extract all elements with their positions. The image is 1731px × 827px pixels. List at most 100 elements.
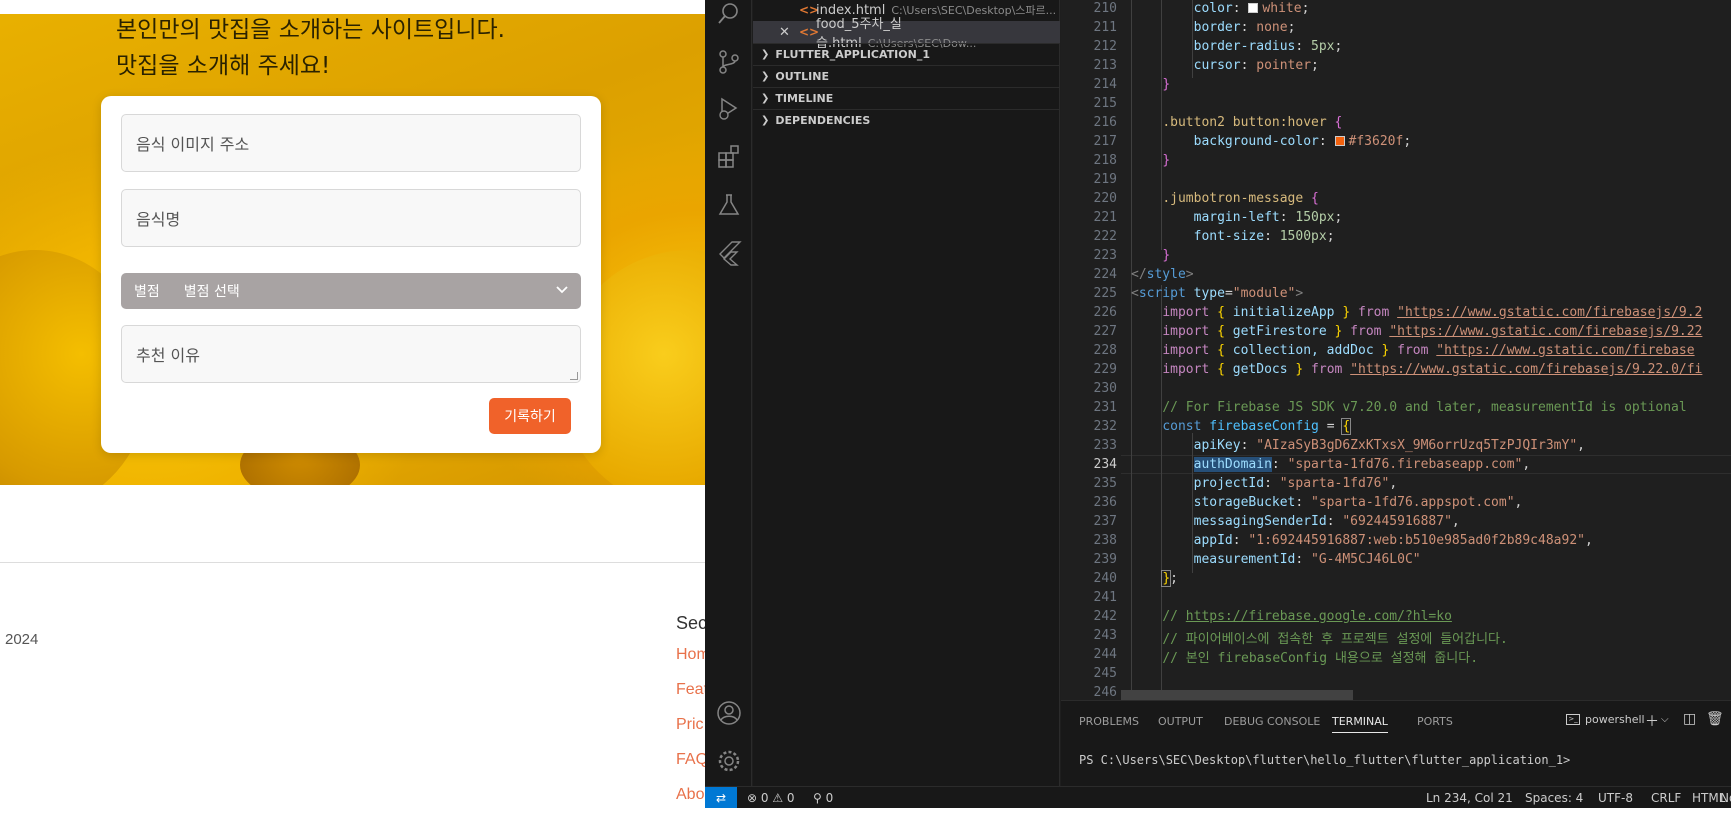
line-number: 238 — [1093, 533, 1117, 548]
chevron-right-icon: ❯ — [761, 93, 770, 104]
terminal-icon: >_ — [1566, 714, 1580, 725]
submit-record-button[interactable]: 기록하기 — [489, 398, 571, 434]
recommend-reason-placeholder: 추천 이유 — [136, 346, 200, 365]
section-outline[interactable]: ❯ OUTLINE — [753, 65, 1060, 87]
gear-icon[interactable] — [716, 748, 742, 774]
line-number-active: 234 — [1093, 457, 1117, 472]
line-number: 242 — [1093, 609, 1117, 624]
line-number: 241 — [1093, 590, 1117, 605]
code-line: .button2 button:hover { — [1162, 115, 1343, 130]
code-line: .jumbotron-message { — [1162, 191, 1319, 206]
split-terminal-icon[interactable]: ◫ — [1683, 711, 1696, 727]
extensions-icon[interactable] — [716, 144, 742, 170]
account-icon[interactable] — [716, 700, 742, 726]
rating-selected-value: 별점 선택 — [183, 284, 240, 300]
code-line: border-radius: 5px; — [1193, 39, 1343, 54]
code-editor[interactable]: 210 211 212 213 214 215 216 217 218 219 … — [1061, 0, 1731, 700]
line-number: 237 — [1093, 514, 1117, 529]
hero-banner: 본인만의 맛집을 소개하는 사이트입니다. 맛집을 소개해 주세요! 음식 이미… — [0, 0, 705, 485]
add-terminal-icon[interactable]: ＋ — [1645, 711, 1659, 731]
chevron-down-icon[interactable]: ⌵ — [1661, 714, 1669, 725]
notifications-status[interactable]: No — [1720, 791, 1731, 805]
terminal-prompt[interactable]: PS C:\Users\SEC\Desktop\flutter\hello_fl… — [1079, 753, 1570, 767]
encoding-status[interactable]: UTF-8 — [1598, 791, 1633, 805]
section-dependencies[interactable]: ❯ DEPENDENCIES — [753, 109, 1060, 131]
line-number: 217 — [1093, 134, 1117, 149]
line-number: 240 — [1093, 571, 1117, 586]
line-number: 216 — [1093, 115, 1117, 130]
browser-page: 본인만의 맛집을 소개하는 사이트입니다. 맛집을 소개해 주세요! 음식 이미… — [0, 0, 705, 827]
terminal-shell-selector[interactable]: >_ powershell — [1566, 713, 1645, 726]
line-number: 225 — [1093, 286, 1117, 301]
chevron-right-icon: ❯ — [761, 115, 770, 126]
remote-icon[interactable]: ⇄ — [705, 787, 737, 809]
line-number: 246 — [1093, 685, 1117, 700]
line-number: 214 — [1093, 77, 1117, 92]
problems-status[interactable]: ⊗ 0 ⚠ 0 — [747, 791, 795, 805]
section-flutter-application[interactable]: ❯ FLUTTER_APPLICATION_1 — [753, 43, 1060, 65]
footer-link-about[interactable]: Abo — [676, 786, 704, 804]
eol-status[interactable]: CRLF — [1651, 791, 1681, 805]
footer-link-faq[interactable]: FAQ — [676, 751, 705, 769]
open-editor-item-active[interactable]: ✕ <> food_5주차_실습.html C:\Users\SEC\Dow... — [753, 17, 1060, 51]
code-line: cursor: pointer; — [1193, 58, 1319, 73]
cursor-position[interactable]: Ln 234, Col 21 — [1426, 791, 1513, 805]
footer-link-pricing[interactable]: Pric — [676, 716, 704, 734]
color-swatch[interactable] — [1248, 3, 1259, 13]
code-line: } — [1162, 248, 1171, 263]
food-image-url-placeholder: 음식 이미지 주소 — [136, 135, 250, 154]
code-line: color: white; — [1193, 1, 1310, 16]
search-icon[interactable] — [716, 1, 742, 27]
footer-link-features[interactable]: Feat — [676, 681, 705, 699]
footer-link-home[interactable]: Hom — [676, 646, 705, 664]
trash-icon[interactable]: 🗑 — [1706, 711, 1724, 727]
testing-flask-icon[interactable] — [716, 192, 742, 218]
footer-copyright: 2024 — [5, 631, 39, 648]
code-line: }; — [1161, 570, 1178, 587]
line-number: 233 — [1093, 438, 1117, 453]
error-count: 0 — [760, 791, 769, 805]
code-line: </style> — [1131, 267, 1194, 282]
resize-grip-icon[interactable] — [570, 372, 578, 380]
source-control-icon[interactable] — [716, 49, 742, 75]
chevron-right-icon: ❯ — [761, 71, 770, 82]
line-number: 244 — [1093, 647, 1117, 662]
ports-status[interactable]: ⚲ 0 — [813, 791, 833, 805]
line-number: 226 — [1093, 305, 1117, 320]
section-title: OUTLINE — [775, 70, 829, 83]
hero-message-line2: 맛집을 소개해 주세요! — [116, 53, 331, 79]
restaurant-form-card: 음식 이미지 주소 음식명 별점 별점 선택 추천 이유 기록하기 — [101, 96, 601, 453]
tab-debug-console[interactable]: DEBUG CONSOLE — [1224, 715, 1320, 728]
code-line: import { getFirestore } from "https://ww… — [1162, 324, 1703, 339]
code-line: } — [1162, 153, 1171, 168]
section-title: DEPENDENCIES — [775, 114, 871, 127]
line-number: 220 — [1093, 191, 1117, 206]
close-icon[interactable]: ✕ — [779, 25, 790, 40]
indentation-status[interactable]: Spaces: 4 — [1525, 791, 1583, 805]
chevron-right-icon: ❯ — [761, 49, 770, 60]
recommend-reason-textarea[interactable]: 추천 이유 — [121, 325, 581, 383]
line-number: 227 — [1093, 324, 1117, 339]
section-timeline[interactable]: ❯ TIMELINE — [753, 87, 1060, 109]
line-number: 228 — [1093, 343, 1117, 358]
explorer-sidebar: <> index.html C:\Users\SEC\Desktop\스파르...… — [753, 0, 1060, 786]
code-line: } — [1162, 77, 1171, 92]
code-line: messagingSenderId: "692445916887", — [1193, 514, 1460, 529]
status-bar: ⇄ ⊗ 0 ⚠ 0 ⚲ 0 Ln 234, Col 21 Spaces: 4 U… — [705, 786, 1731, 809]
line-number: 215 — [1093, 96, 1117, 111]
rating-select[interactable]: 별점 별점 선택 — [121, 273, 581, 309]
color-swatch[interactable] — [1334, 136, 1345, 146]
food-image-url-input[interactable]: 음식 이미지 주소 — [121, 114, 581, 172]
tab-ports[interactable]: PORTS — [1417, 715, 1453, 728]
tab-terminal[interactable]: TERMINAL — [1332, 715, 1388, 733]
run-debug-icon[interactable] — [716, 96, 742, 122]
flutter-icon[interactable] — [716, 240, 742, 266]
line-number: 245 — [1093, 666, 1117, 681]
vscode-window: <> index.html C:\Users\SEC\Desktop\스파르...… — [705, 0, 1731, 827]
code-line: apiKey: "AIzaSyB3gD6ZxKTxsX_9M6orrUzq5Tz… — [1193, 438, 1585, 453]
tab-output[interactable]: OUTPUT — [1158, 715, 1203, 728]
code-line: appId: "1:692445916887:web:b510e985ad0f2… — [1193, 533, 1593, 548]
horizontal-scrollbar[interactable] — [1121, 690, 1353, 700]
tab-problems[interactable]: PROBLEMS — [1079, 715, 1139, 728]
food-name-input[interactable]: 음식명 — [121, 189, 581, 247]
